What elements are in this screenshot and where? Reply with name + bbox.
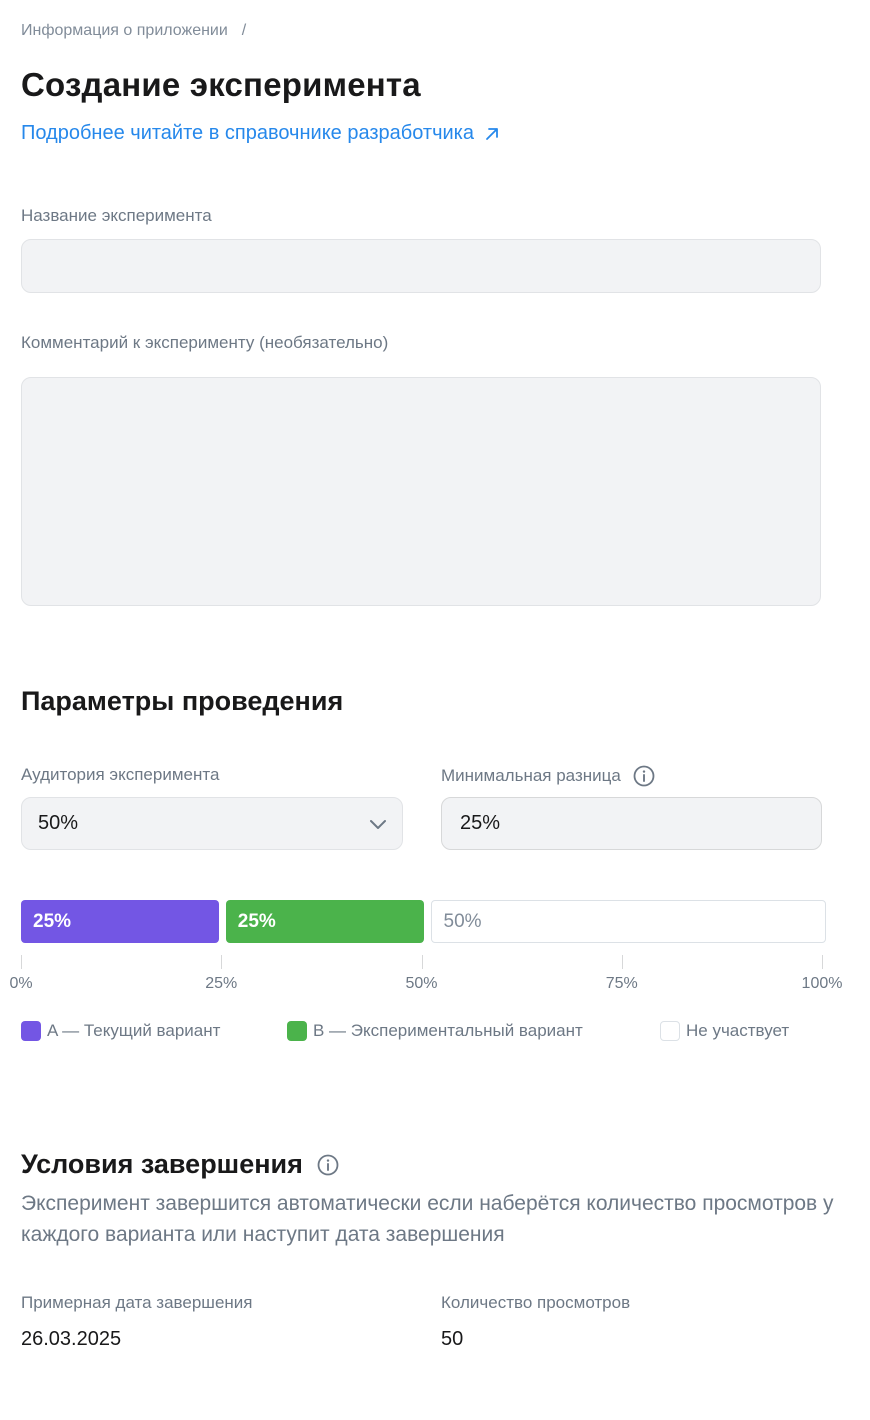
- completion-section-title-text: Условия завершения: [21, 1149, 303, 1179]
- axis-tick-label: 75%: [605, 975, 638, 992]
- legend-label: Не участвует: [686, 1021, 790, 1040]
- axis-tick-label: 50%: [405, 975, 438, 992]
- distribution-segment-label: 25%: [33, 910, 72, 932]
- min-diff-field[interactable]: 25%: [441, 797, 822, 850]
- completion-description: Эксперимент завершится автоматически есл…: [21, 1192, 834, 1246]
- views-count-value: 50: [441, 1328, 464, 1350]
- axis-tick: [621, 955, 623, 969]
- min-diff-label-group: Минимальная разница: [441, 765, 655, 787]
- legend-label: A — Текущий вариант: [47, 1021, 221, 1040]
- distribution-segment-label: 50%: [443, 910, 482, 932]
- info-icon[interactable]: [317, 1154, 339, 1176]
- axis-tick: [822, 955, 823, 969]
- distribution-segment-label: 25%: [237, 910, 276, 932]
- external-arrow-icon: [486, 127, 498, 140]
- axis-tick: [221, 955, 223, 969]
- min-diff-value: 25%: [460, 812, 501, 834]
- distribution-legend: A — Текущий вариант B — Экспериментальный…: [21, 1021, 841, 1045]
- axis-tick: [21, 955, 22, 969]
- info-icon[interactable]: [633, 765, 655, 787]
- min-diff-label: Минимальная разница: [441, 766, 621, 785]
- distribution-axis: 0% 25% 50% 75% 100%: [9, 955, 842, 995]
- end-date-value: 26.03.2025: [21, 1328, 122, 1350]
- legend-item: Не участвует: [660, 1021, 789, 1041]
- breadcrumb-separator: /: [241, 22, 247, 39]
- distribution-segment-a: 25%: [21, 900, 219, 943]
- distribution-segment-b: 25%: [225, 900, 424, 943]
- experiment-name-input[interactable]: [21, 239, 821, 293]
- legend-label: B — Экспериментальный вариант: [313, 1021, 583, 1040]
- legend-item: A — Текущий вариант: [21, 1021, 220, 1041]
- breadcrumb: Информация о приложении /: [21, 22, 246, 40]
- completion-section-title: Условия завершения: [21, 1149, 339, 1180]
- audience-select-value: 50%: [38, 812, 79, 834]
- breadcrumb-item-app-info[interactable]: Информация о приложении: [21, 22, 228, 40]
- views-count-label: Количество просмотров: [441, 1293, 631, 1312]
- axis-tick-label: 25%: [205, 975, 238, 992]
- developer-guide-link-label: Подробнее читайте в справочнике разработ…: [21, 122, 474, 144]
- params-section-title: Параметры проведения: [21, 686, 343, 717]
- chevron-down-icon: [370, 819, 386, 829]
- params-section-title-text: Параметры проведения: [21, 686, 344, 716]
- legend-swatch: [287, 1021, 307, 1041]
- experiment-name-label: Название эксперимента: [21, 206, 212, 225]
- legend-item: B — Экспериментальный вариант: [287, 1021, 583, 1041]
- axis-tick-label: 0%: [9, 975, 33, 992]
- axis-tick-label: 100%: [801, 975, 843, 992]
- experiment-create-page: Информация о приложении / Создание экспе…: [0, 0, 870, 1420]
- axis-tick: [421, 955, 423, 969]
- audience-label: Аудитория эксперимента: [21, 765, 220, 784]
- end-date-label: Примерная дата завершения: [21, 1293, 253, 1312]
- experiment-comment-label: Комментарий к эксперименту (необязательн…: [21, 333, 389, 352]
- legend-swatch: [660, 1021, 680, 1041]
- experiment-comment-textarea[interactable]: [21, 377, 821, 606]
- developer-guide-link[interactable]: Подробнее читайте в справочнике разработ…: [21, 122, 500, 145]
- distribution-segment-none: 50%: [430, 900, 826, 943]
- legend-swatch: [21, 1021, 41, 1041]
- page-title: Создание эксперимента: [21, 66, 421, 103]
- audience-select[interactable]: 50%: [21, 797, 403, 850]
